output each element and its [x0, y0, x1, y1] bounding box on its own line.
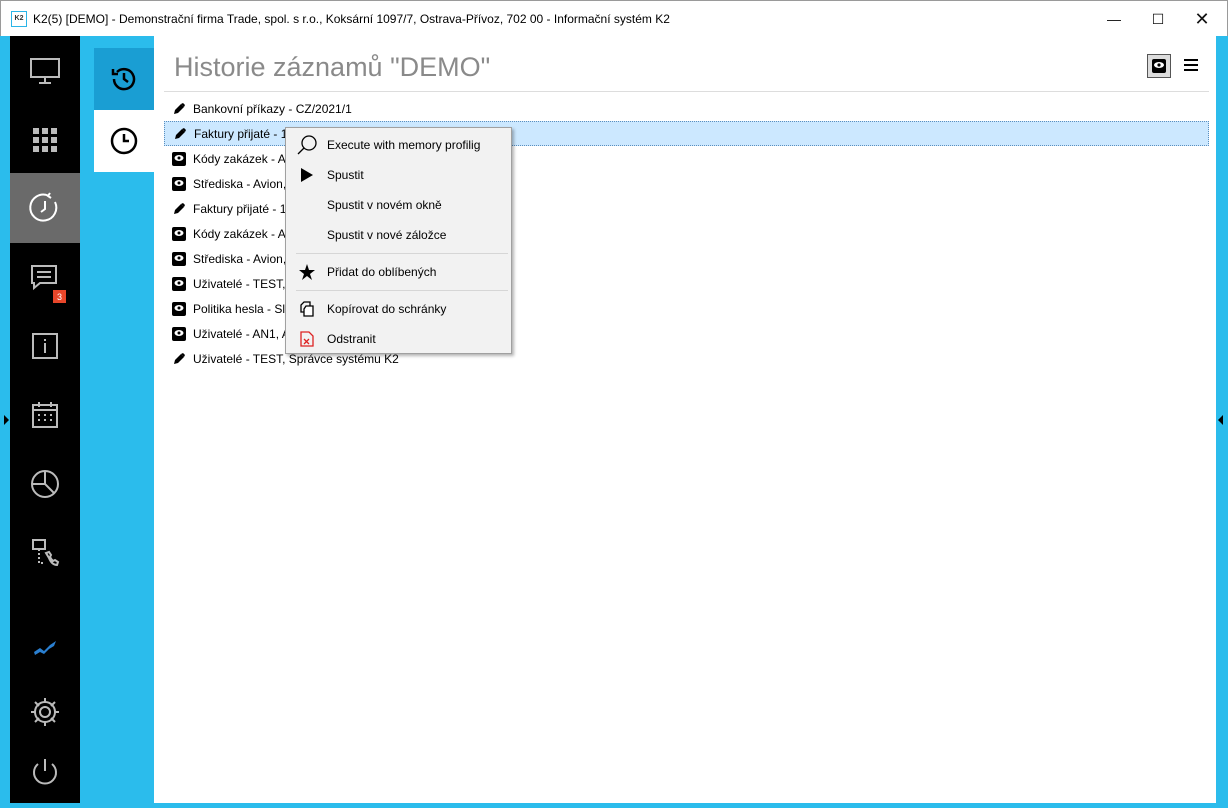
list-item-label: Politika hesla - Sla: [193, 301, 292, 316]
list-item-label: Faktury přijaté - 1: [193, 201, 287, 216]
view-icon: [172, 176, 186, 191]
k2-logo-icon: [34, 641, 56, 655]
menu-item-label: Spustit v nové záložce: [327, 228, 447, 242]
close-button[interactable]: ✕: [1179, 1, 1225, 37]
sidebar-item-calendar[interactable]: [10, 380, 80, 450]
context-menu: Execute with memory profilig Spustit Spust…: [285, 127, 512, 354]
magnifier-icon: [286, 134, 327, 156]
menu-button[interactable]: [1184, 58, 1198, 72]
list-item-label: Uživatelé - TEST, S: [193, 276, 297, 291]
monitor-icon: [30, 58, 60, 84]
menu-item-label: Spustit v novém okně: [327, 198, 442, 212]
list-item-label: Střediska - Avion,: [193, 251, 287, 266]
menu-item-label: Kopírovat do schránky: [327, 302, 447, 316]
sidebar-item-apps[interactable]: [10, 105, 80, 175]
star-icon: [286, 264, 327, 280]
info-icon: [32, 333, 58, 359]
gear-icon: [31, 698, 59, 726]
app-logo-icon: K2: [11, 10, 27, 27]
tab-recent[interactable]: [94, 110, 154, 172]
sidebar-item-logout[interactable]: [10, 737, 80, 807]
copy-icon: [286, 301, 327, 317]
tab-history-records[interactable]: [94, 48, 154, 110]
view-icon: [172, 226, 186, 241]
calendar-icon: [32, 402, 58, 428]
view-icon: [172, 326, 186, 341]
menu-item[interactable]: Odstranit: [286, 324, 511, 354]
messages-badge: 3: [53, 290, 66, 303]
delete-icon: [286, 331, 327, 347]
view-icon: [172, 151, 186, 166]
list-item-label: Uživatelé - AN1, Ar: [193, 326, 294, 341]
history-icon: [29, 192, 58, 222]
sidebar-item-messages[interactable]: 3: [10, 243, 80, 313]
power-icon: [33, 759, 57, 785]
menu-item[interactable]: Kopírovat do schránky: [286, 294, 511, 324]
divider: [164, 91, 1209, 92]
hamburger-icon: [1184, 59, 1198, 71]
sidebar-item-monitor[interactable]: [10, 36, 80, 106]
menu-separator: [296, 290, 508, 291]
pencil-icon: [173, 127, 187, 141]
maximize-button[interactable]: ☐: [1135, 1, 1181, 37]
menu-item[interactable]: Spustit: [286, 160, 511, 190]
sidebar-item-info[interactable]: [10, 311, 80, 381]
view-icon: [172, 276, 186, 291]
list-item-label: Faktury přijaté - 1: [194, 126, 288, 141]
menu-item[interactable]: Spustit v novém okně: [286, 190, 511, 220]
history-icon: [111, 67, 136, 91]
list-item-label: Kódy zakázek - AB: [193, 226, 294, 241]
list-item[interactable]: Bankovní příkazy - CZ/2021/1: [164, 96, 1209, 121]
menu-separator: [296, 253, 508, 254]
view-icon: [1152, 59, 1166, 73]
clock-icon: [110, 127, 138, 155]
view-mode-button[interactable]: [1147, 54, 1171, 78]
sidebar-item-statistics[interactable]: [10, 449, 80, 519]
sidebar-item-network[interactable]: [10, 518, 80, 588]
menu-item[interactable]: Přidat do oblíbených: [286, 257, 511, 287]
menu-item-label: Přidat do oblíbených: [327, 265, 437, 279]
apps-grid-icon: [33, 128, 57, 152]
list-item-label: Střediska - Avion,: [193, 176, 287, 191]
menu-item[interactable]: Execute with memory profilig: [286, 130, 511, 160]
menu-item-label: Execute with memory profilig: [327, 138, 481, 152]
expand-left-icon[interactable]: [4, 415, 9, 425]
list-item-label: Kódy zakázek - AB: [193, 151, 294, 166]
sidebar-item-history[interactable]: [10, 173, 80, 243]
list-item-label: Bankovní příkazy - CZ/2021/1: [193, 101, 352, 116]
pencil-icon: [172, 352, 186, 366]
pencil-icon: [172, 102, 186, 116]
network-phone-icon: [32, 539, 60, 567]
minimize-button[interactable]: —: [1091, 1, 1137, 37]
title-bar: K2 K2(5) [DEMO] - Demonstrační firma Tra…: [0, 0, 1228, 36]
menu-item-label: Odstranit: [327, 332, 376, 346]
pencil-icon: [172, 202, 186, 216]
sidebar-k2-logo: [10, 610, 80, 680]
expand-right-icon[interactable]: [1218, 415, 1223, 425]
menu-item[interactable]: Spustit v nové záložce: [286, 220, 511, 250]
window-title: K2(5) [DEMO] - Demonstrační firma Trade,…: [33, 11, 670, 26]
view-icon: [172, 301, 186, 316]
play-icon: [286, 168, 327, 182]
pie-chart-icon: [31, 470, 59, 498]
view-icon: [172, 251, 186, 266]
menu-item-label: Spustit: [327, 168, 364, 182]
page-title: Historie záznamů "DEMO": [174, 52, 491, 82]
